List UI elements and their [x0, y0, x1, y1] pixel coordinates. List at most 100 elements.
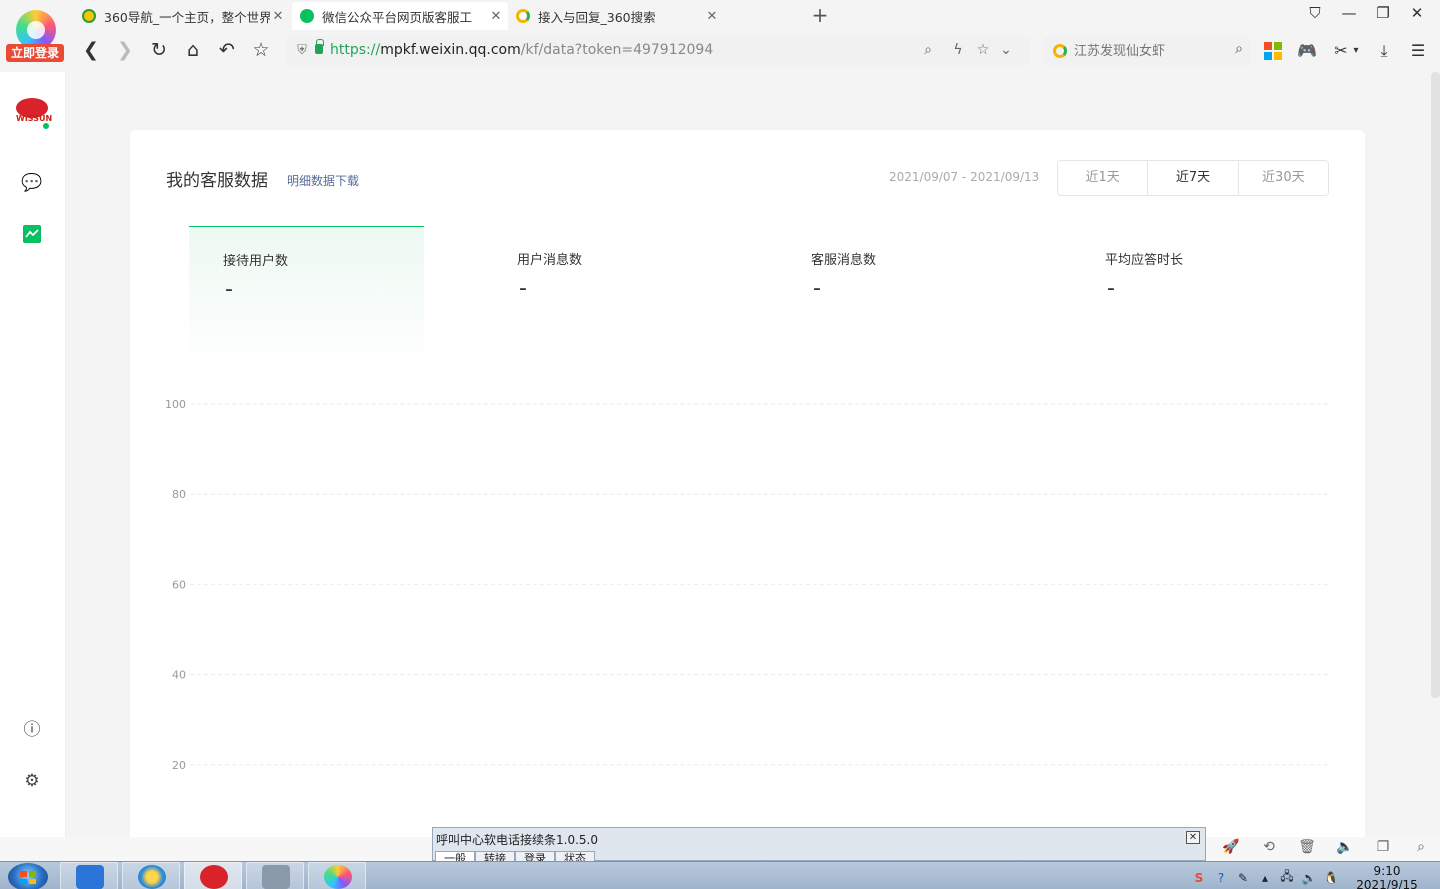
trash-icon[interactable]: 🗑: [1288, 839, 1326, 855]
tab-title: 接入与回复_360搜索: [538, 9, 656, 25]
search-box: ⌕: [1044, 37, 1251, 65]
taskbar-ie-button[interactable]: [122, 862, 180, 889]
360-browser-icon: [324, 865, 352, 889]
clock-time: 9:10: [1373, 864, 1401, 878]
softphone-title: 呼叫中心软电话接续条1.0.5.0: [436, 833, 598, 847]
skin-shirt-icon[interactable]: ⛉: [1303, 4, 1327, 22]
stat-avg-response[interactable]: 平均应答时长 -: [1071, 226, 1306, 372]
help-icon[interactable]: ⓘ: [20, 718, 44, 742]
chevron-down-icon[interactable]: ⌄: [997, 42, 1015, 58]
scissors-screenshot-icon[interactable]: ✂: [1330, 40, 1352, 62]
favorite-star-icon[interactable]: ☆: [974, 42, 992, 58]
login-button[interactable]: 立即登录: [6, 44, 64, 62]
tool-app-icon: [262, 865, 290, 889]
zoom-bottom-icon[interactable]: ⌕: [1402, 839, 1440, 855]
reload-icon[interactable]: ↻: [147, 38, 171, 62]
taskbar-360-browser-button[interactable]: [308, 862, 366, 889]
nav-bar: ❮ ❯ ↻ ⌂ ↶ ☆ ⛨ https://mpkf.weixin.qq.com…: [74, 30, 1440, 72]
download-icon[interactable]: ⤓: [1373, 40, 1395, 62]
download-detail-link[interactable]: 明细数据下载: [287, 172, 359, 189]
page-title: 我的客服数据: [166, 171, 268, 191]
scissors-dropdown-icon[interactable]: ▾: [1350, 40, 1362, 62]
taskbar-wissun-button[interactable]: [184, 862, 242, 889]
page-scrollbar[interactable]: [1431, 72, 1440, 698]
range-1d-button[interactable]: 近1天: [1058, 161, 1149, 195]
tab-title: 360导航_一个主页，整个世界: [104, 9, 270, 25]
wissun-app-icon: [200, 865, 228, 889]
rocket-icon[interactable]: 🚀: [1212, 839, 1250, 855]
forward-icon[interactable]: ❯: [113, 38, 137, 62]
home-icon[interactable]: ⌂: [181, 38, 205, 62]
new-tab-plus-icon[interactable]: +: [810, 3, 830, 27]
browser-logo[interactable]: 立即登录: [6, 8, 64, 64]
tab-close-icon[interactable]: ✕: [704, 9, 720, 24]
softphone-close-button[interactable]: ✕: [1186, 831, 1200, 844]
qq-penguin-icon[interactable]: 🐧: [1320, 871, 1342, 885]
back-icon[interactable]: ❮: [79, 38, 103, 62]
data-chart-icon[interactable]: [23, 225, 41, 243]
stat-value: -: [225, 277, 233, 302]
page-content: WISSUN 💬 ⓘ ⚙ 我的客服数据 明细数据下载 2021/09/07 - …: [0, 72, 1440, 850]
stat-label: 用户消息数: [517, 253, 583, 268]
network-icon[interactable]: 🖧: [1276, 867, 1298, 888]
search-input[interactable]: [1074, 41, 1224, 61]
tab-360-nav[interactable]: 360导航_一个主页，整个世界 ✕: [74, 2, 290, 30]
https-lock-icon: [315, 39, 324, 54]
softphone-window[interactable]: 呼叫中心软电话接续条1.0.5.0 ✕ 一般 转接 登录 状态: [432, 827, 1206, 862]
bookmark-star-icon[interactable]: ☆: [249, 38, 273, 62]
range-30d-button[interactable]: 近30天: [1238, 161, 1328, 195]
tab-close-icon[interactable]: ✕: [270, 9, 286, 24]
stat-kf-messages[interactable]: 客服消息数 -: [777, 226, 1012, 372]
range-7d-button[interactable]: 近7天: [1148, 161, 1239, 195]
game-controller-icon[interactable]: 🎮: [1296, 40, 1318, 62]
windows-flag-icon: [20, 871, 36, 884]
tab-wechat-kf[interactable]: 微信公众平台网页版客服工 ✕: [292, 2, 508, 30]
tab-close-icon[interactable]: ✕: [488, 9, 504, 24]
wechat-favicon-icon: [300, 9, 314, 23]
y-tick-label: 60: [172, 578, 186, 591]
volume-tray-icon[interactable]: 🔊: [1298, 871, 1320, 885]
360-search-icon: [1053, 44, 1067, 58]
tab-title: 微信公众平台网页版客服工: [322, 9, 473, 25]
sogou-ime-icon[interactable]: S: [1188, 871, 1210, 885]
url-text[interactable]: https://mpkf.weixin.qq.com/kf/data?token…: [330, 42, 713, 58]
taskbar-clock[interactable]: 9:10 2021/9/15: [1352, 864, 1422, 889]
security-shield-icon[interactable]: ⛨: [294, 43, 310, 59]
wps-icon: [76, 865, 104, 889]
stat-value: -: [519, 276, 527, 301]
undo-close-icon[interactable]: ↶: [215, 38, 239, 62]
date-range: 2021/09/07 - 2021/09/13: [889, 170, 1040, 184]
minimize-icon[interactable]: —: [1337, 4, 1361, 22]
stat-value: -: [1107, 276, 1115, 301]
lightning-icon[interactable]: ϟ: [949, 42, 967, 58]
speed-icon[interactable]: ⟲: [1250, 839, 1288, 855]
chat-bubble-icon[interactable]: 💬: [20, 171, 44, 195]
taskbar-wps-button[interactable]: [60, 862, 118, 889]
tab-strip: 360导航_一个主页，整个世界 ✕ 微信公众平台网页版客服工 ✕ 接入与回复_3…: [74, 0, 1440, 30]
tray-pen-icon[interactable]: ✎: [1232, 871, 1254, 885]
apps-grid-icon[interactable]: [1262, 40, 1284, 62]
stat-user-messages[interactable]: 用户消息数 -: [483, 226, 718, 372]
window-icon[interactable]: ❐: [1364, 839, 1402, 855]
help-tray-icon[interactable]: ?: [1210, 871, 1232, 885]
stat-reception-users[interactable]: 接待用户数 -: [189, 226, 424, 372]
taskbar-tool-button[interactable]: [246, 862, 304, 889]
menu-icon[interactable]: ☰: [1407, 40, 1429, 62]
zoom-icon[interactable]: ⌕: [919, 42, 937, 58]
system-tray: S ? ✎ ▴ 🖧 🔊 🐧: [1188, 867, 1342, 888]
stat-value: -: [813, 276, 821, 301]
y-tick-label: 40: [172, 669, 186, 682]
url-path: /kf/data?token=497912094: [520, 42, 714, 58]
tray-expand-icon[interactable]: ▴: [1254, 871, 1276, 885]
close-window-icon[interactable]: ✕: [1405, 4, 1429, 22]
kf-data-card: 我的客服数据 明细数据下载 2021/09/07 - 2021/09/13 近1…: [130, 130, 1365, 850]
tab-360-search[interactable]: 接入与回复_360搜索 ✕: [508, 2, 724, 30]
restore-icon[interactable]: ❐: [1371, 4, 1395, 22]
search-magnifier-icon[interactable]: ⌕: [1235, 41, 1243, 57]
avatar[interactable]: WISSUN: [16, 98, 52, 130]
volume-icon[interactable]: 🔈: [1326, 839, 1364, 855]
settings-gear-icon[interactable]: ⚙: [20, 769, 44, 793]
start-button[interactable]: [8, 863, 48, 889]
address-bar[interactable]: ⛨ https://mpkf.weixin.qq.com/kf/data?tok…: [286, 37, 1030, 65]
stat-label: 平均应答时长: [1105, 253, 1184, 268]
